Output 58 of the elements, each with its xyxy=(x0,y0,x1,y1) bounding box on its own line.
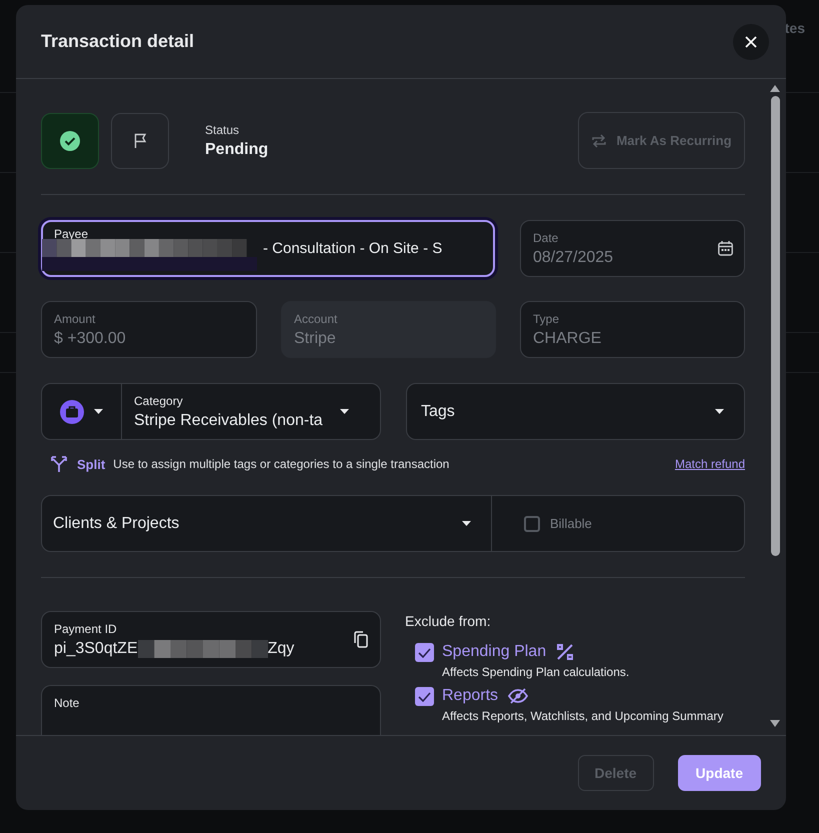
calendar-icon xyxy=(718,241,733,256)
field-label: Account xyxy=(294,312,338,326)
exclude-checkbox[interactable] xyxy=(415,687,434,706)
status-value: Pending xyxy=(205,140,268,158)
payee-field[interactable]: Payee - Consultation - On Site - S xyxy=(41,220,495,277)
repeat-icon xyxy=(591,134,608,148)
dialog-title: Transaction detail xyxy=(41,31,194,52)
caret-icon xyxy=(715,409,724,414)
flag-icon xyxy=(134,133,146,148)
cleared-toggle[interactable] xyxy=(41,112,99,168)
status-label: Status xyxy=(205,122,240,136)
billable-checkbox[interactable] xyxy=(524,516,540,532)
field-value: Stripe xyxy=(294,330,337,348)
split-icon xyxy=(51,456,67,472)
flag-toggle[interactable] xyxy=(111,112,169,168)
field-label: Note xyxy=(54,696,80,710)
split-hint: Use to assign multiple tags or categories to a single transaction xyxy=(113,457,450,471)
field-value: - Consultation - On Site - S xyxy=(263,240,442,257)
billable-label: Billable xyxy=(550,516,592,531)
exclude-option-description: Affects Reports, Watchlists, and Upcoming Summary xyxy=(442,709,724,723)
field-value: $ +300.00 xyxy=(54,330,127,348)
check-icon xyxy=(418,692,431,702)
match-refund-link[interactable]: Match refund xyxy=(674,457,745,471)
caret-icon xyxy=(94,409,103,414)
briefcase-icon xyxy=(60,400,84,424)
field-value: Stripe Receivables (non-ta xyxy=(134,412,324,430)
field-label: Type xyxy=(533,312,560,326)
exclude-option-description: Affects Spending Plan calculations. xyxy=(442,665,630,679)
column-header: tes xyxy=(784,20,805,36)
close-button[interactable] xyxy=(733,24,769,60)
field-label: Payment ID xyxy=(54,622,118,636)
category-select[interactable]: Category Stripe Receivables (non-ta xyxy=(41,383,381,440)
exclude-checkbox[interactable] xyxy=(415,643,434,662)
exclude-option-label: Reports xyxy=(442,687,498,705)
clients-projects-select[interactable]: Clients & Projects xyxy=(42,496,492,551)
tags-select[interactable]: Tags xyxy=(406,383,745,440)
copy-icon[interactable] xyxy=(354,631,368,648)
field-value: Zqy xyxy=(268,640,294,658)
scroll-down-icon xyxy=(770,720,780,727)
check-icon xyxy=(418,648,431,658)
exclude-heading: Exclude from: xyxy=(405,613,492,629)
close-icon xyxy=(745,36,757,48)
field-value: pi_3S0qtZE xyxy=(54,640,138,658)
exclude-option-label: Spending Plan xyxy=(442,643,546,661)
hidden-eye-icon xyxy=(508,688,528,704)
field-value: 08/27/2025 xyxy=(533,248,614,266)
field-value: CHARGE xyxy=(533,330,602,348)
scroll-up-icon xyxy=(770,85,780,92)
split-link[interactable]: Split xyxy=(77,456,106,472)
field-label: Payee xyxy=(54,226,90,240)
caret-icon xyxy=(340,409,349,414)
field-label: Amount xyxy=(54,312,96,326)
caret-icon xyxy=(462,521,471,526)
percent-icon xyxy=(556,643,574,661)
field-label: Date xyxy=(533,230,560,244)
field-label: Category xyxy=(134,394,184,408)
check-circle-icon xyxy=(60,130,80,150)
note-field[interactable]: Note xyxy=(41,685,381,735)
